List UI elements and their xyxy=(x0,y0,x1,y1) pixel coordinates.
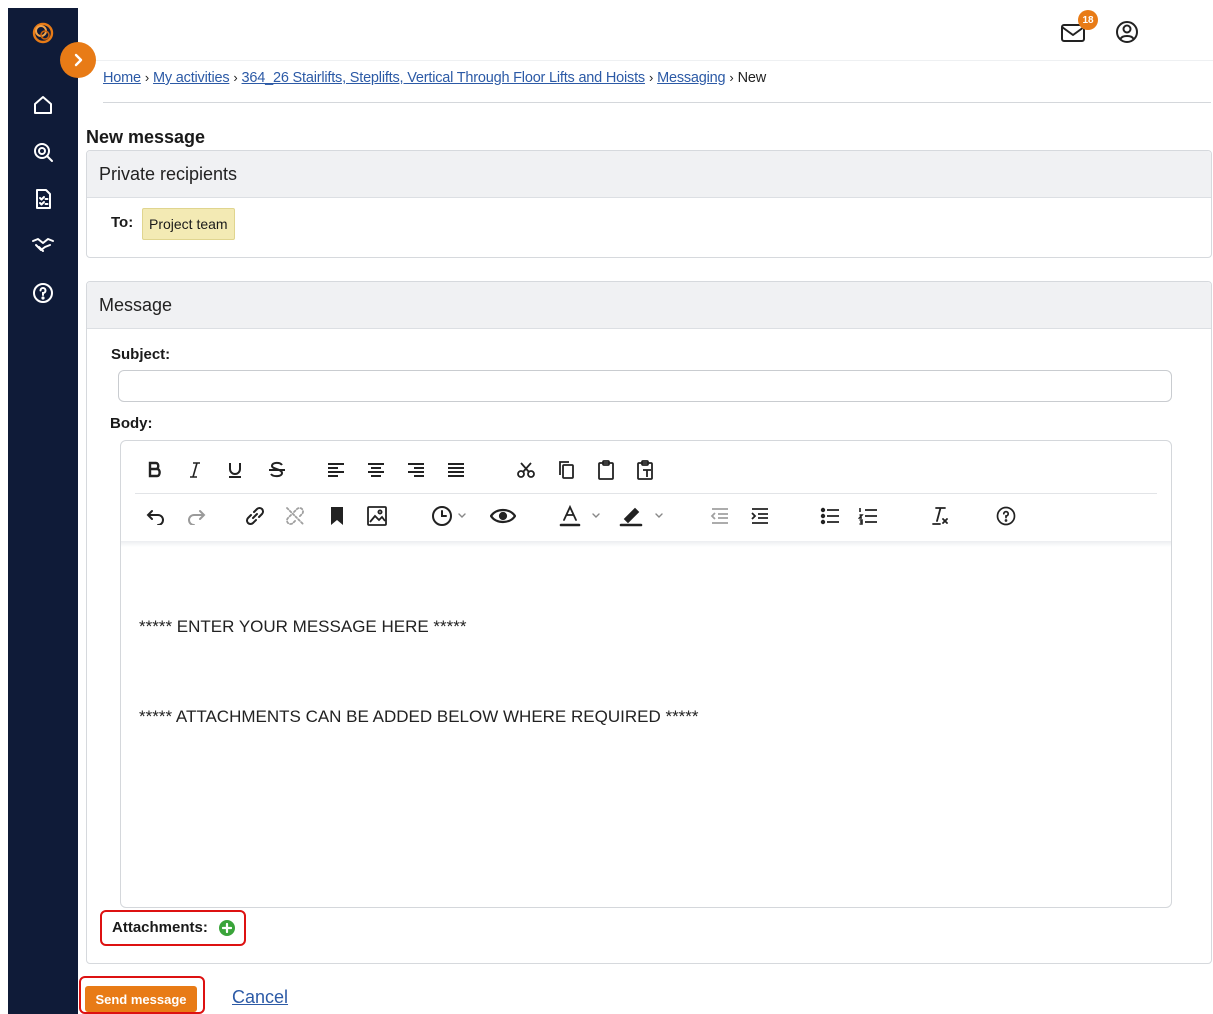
breadcrumb-home[interactable]: Home xyxy=(103,70,141,86)
outdent-icon[interactable] xyxy=(709,502,731,530)
checklist-icon[interactable] xyxy=(30,186,56,212)
message-panel: Message Subject: Body: ***** ENTER YOUR … xyxy=(86,281,1212,964)
top-bar: 18 xyxy=(78,8,1213,61)
copy-icon[interactable] xyxy=(555,456,577,484)
logo-icon[interactable] xyxy=(30,20,56,46)
chevron-right-icon[interactable] xyxy=(60,42,96,78)
user-icon[interactable] xyxy=(1114,19,1140,45)
editor-body[interactable]: ***** ENTER YOUR MESSAGE HERE ***** ****… xyxy=(139,549,1149,889)
message-panel-title: Message xyxy=(87,282,1211,329)
clear-format-icon[interactable] xyxy=(929,502,951,530)
recipients-panel-title: Private recipients xyxy=(87,151,1211,198)
breadcrumb-separator: › xyxy=(729,70,734,85)
strikethrough-icon[interactable] xyxy=(265,456,289,484)
toolbar-shadow xyxy=(121,541,1171,547)
bullet-list-icon[interactable] xyxy=(819,502,841,530)
to-label: To: xyxy=(111,214,134,231)
send-message-button[interactable]: Send message xyxy=(85,986,197,1012)
cut-icon[interactable] xyxy=(515,456,537,484)
editor-toolbar-row-2 xyxy=(135,493,1157,539)
numbered-list-icon[interactable] xyxy=(857,502,879,530)
breadcrumb-my-activities[interactable]: My activities xyxy=(153,70,230,86)
undo-icon[interactable] xyxy=(145,502,167,530)
breadcrumb-messaging[interactable]: Messaging xyxy=(657,70,726,86)
help-icon[interactable] xyxy=(30,280,56,306)
align-center-icon[interactable] xyxy=(365,456,387,484)
cancel-link[interactable]: Cancel xyxy=(232,987,288,1008)
breadcrumb-current: New xyxy=(737,70,767,86)
paste-icon[interactable] xyxy=(595,456,617,484)
align-justify-icon[interactable] xyxy=(445,456,467,484)
page-title: New message xyxy=(86,127,206,147)
align-left-icon[interactable] xyxy=(325,456,347,484)
clock-icon[interactable] xyxy=(431,502,471,530)
body-line: ***** ENTER YOUR MESSAGE HERE ***** xyxy=(139,617,467,636)
bold-icon[interactable] xyxy=(145,456,165,484)
rich-text-editor: ***** ENTER YOUR MESSAGE HERE ***** ****… xyxy=(120,440,1172,908)
subject-input[interactable] xyxy=(118,370,1172,402)
recipient-chip[interactable]: Project team xyxy=(142,208,235,240)
subject-label: Subject: xyxy=(111,346,171,363)
body-line: ***** ATTACHMENTS CAN BE ADDED BELOW WHE… xyxy=(139,707,699,726)
breadcrumb-separator: › xyxy=(144,70,150,85)
mail-badge: 18 xyxy=(1078,10,1098,30)
breadcrumb-separator: › xyxy=(233,70,238,85)
attachments-label: Attachments: xyxy=(112,919,208,936)
divider xyxy=(103,102,1211,103)
home-icon[interactable] xyxy=(30,92,56,118)
preview-icon[interactable] xyxy=(489,502,517,530)
search-icon[interactable] xyxy=(30,139,56,165)
bookmark-icon[interactable] xyxy=(327,502,347,530)
add-attachment-icon[interactable] xyxy=(219,920,235,936)
link-icon[interactable] xyxy=(243,502,267,530)
breadcrumb: Home › My activities › 364_26 Stairlifts, St… xyxy=(103,70,766,86)
indent-icon[interactable] xyxy=(749,502,771,530)
text-color-icon[interactable] xyxy=(559,502,607,530)
italic-icon[interactable] xyxy=(185,456,205,484)
recipients-panel: Private recipients To: Project team xyxy=(86,150,1212,258)
handshake-icon[interactable] xyxy=(30,232,56,258)
breadcrumb-separator: › xyxy=(648,70,654,85)
highlight-color-icon[interactable] xyxy=(619,502,669,530)
redo-icon[interactable] xyxy=(185,502,207,530)
editor-help-icon[interactable] xyxy=(995,502,1017,530)
breadcrumb-project[interactable]: 364_26 Stairlifts, Steplifts, Vertical T… xyxy=(242,70,646,86)
unlink-icon[interactable] xyxy=(283,502,307,530)
editor-toolbar-row-1 xyxy=(135,447,1157,494)
attachments-area: Attachments: xyxy=(100,910,246,946)
paste-text-icon[interactable] xyxy=(635,456,657,484)
image-icon[interactable] xyxy=(365,502,389,530)
sidebar xyxy=(8,8,78,1014)
body-label: Body: xyxy=(110,415,153,432)
align-right-icon[interactable] xyxy=(405,456,427,484)
underline-icon[interactable] xyxy=(225,456,245,484)
